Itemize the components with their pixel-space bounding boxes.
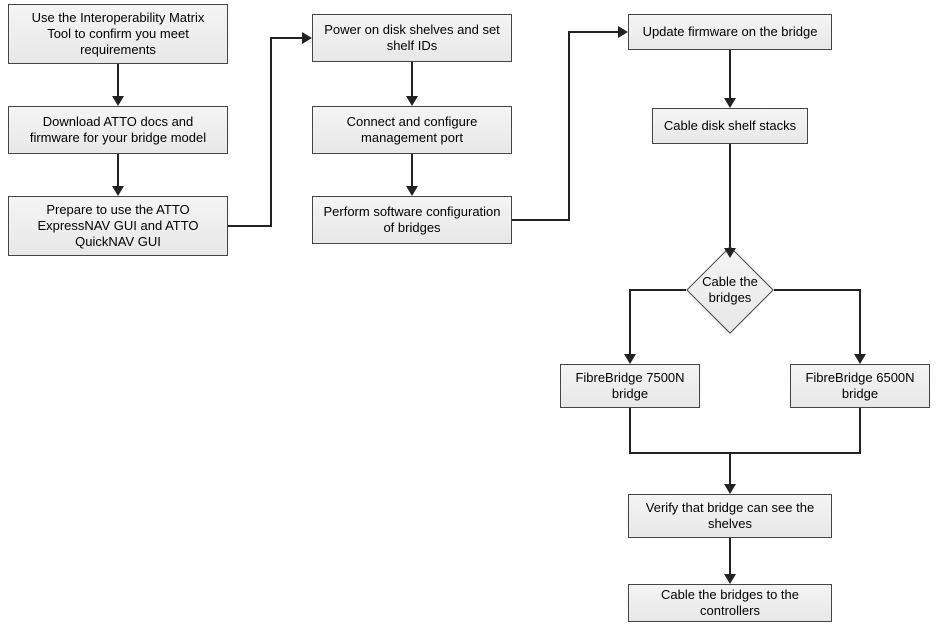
edge xyxy=(117,154,119,186)
edge xyxy=(568,31,570,221)
node-process: FibreBridge 6500N bridge xyxy=(790,364,930,408)
edge xyxy=(117,64,119,96)
arrow-right-icon xyxy=(618,26,628,38)
node-label: Perform software configuration of bridge… xyxy=(323,204,501,237)
node-process: Prepare to use the ATTO ExpressNAV GUI a… xyxy=(8,196,228,256)
node-process: Perform software configuration of bridge… xyxy=(312,196,512,244)
arrow-down-icon xyxy=(624,354,636,364)
node-label: Cable the bridges to the controllers xyxy=(639,587,821,620)
arrow-down-icon xyxy=(724,484,736,494)
node-label: Use the Interoperability Matrix Tool to … xyxy=(19,10,217,59)
edge xyxy=(729,538,731,574)
node-process: Connect and configure management port xyxy=(312,106,512,154)
node-label: Update firmware on the bridge xyxy=(643,24,818,40)
node-label: Prepare to use the ATTO ExpressNAV GUI a… xyxy=(19,202,217,251)
node-label: Connect and configure management port xyxy=(323,114,501,147)
edge xyxy=(629,289,631,354)
node-process: Cable the bridges to the controllers xyxy=(628,584,832,622)
edge xyxy=(729,50,731,98)
edge xyxy=(859,289,861,354)
arrow-down-icon xyxy=(724,574,736,584)
node-process: Update firmware on the bridge xyxy=(628,14,832,50)
edge xyxy=(272,37,302,39)
node-label: Cable disk shelf stacks xyxy=(664,118,796,134)
arrow-right-icon xyxy=(302,32,312,44)
edge xyxy=(629,452,861,454)
edge xyxy=(270,37,272,227)
arrow-down-icon xyxy=(406,96,418,106)
flowchart-container: { "chart_data": { "type": "flowchart", "… xyxy=(0,0,942,642)
edge xyxy=(630,289,686,291)
node-label: Power on disk shelves and set shelf IDs xyxy=(323,22,501,55)
edge xyxy=(774,289,860,291)
node-process: FibreBridge 7500N bridge xyxy=(560,364,700,408)
edge xyxy=(729,454,731,484)
arrow-down-icon xyxy=(724,98,736,108)
edge xyxy=(629,408,631,454)
arrow-down-icon xyxy=(112,186,124,196)
node-process: Download ATTO docs and firmware for your… xyxy=(8,106,228,154)
node-process: Use the Interoperability Matrix Tool to … xyxy=(8,4,228,64)
node-decision: Cable the bridges xyxy=(682,252,778,328)
node-process: Cable disk shelf stacks xyxy=(652,108,808,144)
edge xyxy=(411,154,413,186)
arrow-down-icon xyxy=(854,354,866,364)
arrow-down-icon xyxy=(724,248,736,258)
node-label: FibreBridge 6500N bridge xyxy=(801,370,919,403)
edge xyxy=(228,225,272,227)
node-label: Cable the bridges xyxy=(697,274,763,305)
edge xyxy=(411,62,413,96)
node-process: Power on disk shelves and set shelf IDs xyxy=(312,14,512,62)
arrow-down-icon xyxy=(112,96,124,106)
node-label: FibreBridge 7500N bridge xyxy=(571,370,689,403)
node-label: Verify that bridge can see the shelves xyxy=(639,500,821,533)
edge xyxy=(570,31,618,33)
node-label: Download ATTO docs and firmware for your… xyxy=(19,114,217,147)
edge xyxy=(512,219,570,221)
arrow-down-icon xyxy=(406,186,418,196)
edge xyxy=(729,144,731,248)
edge xyxy=(859,408,861,454)
node-process: Verify that bridge can see the shelves xyxy=(628,494,832,538)
